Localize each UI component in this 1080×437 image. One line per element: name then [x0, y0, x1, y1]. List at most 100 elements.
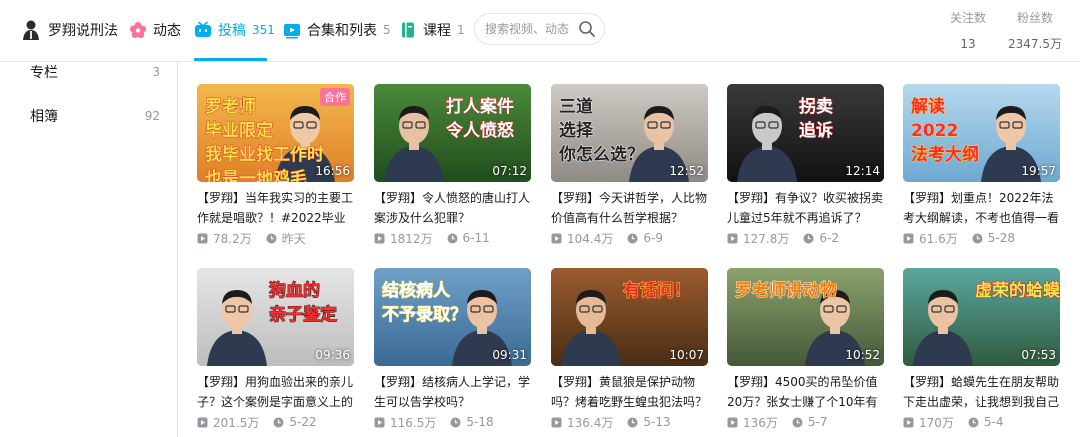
following-stat[interactable]: 关注数 13	[950, 10, 986, 52]
video-title[interactable]: 【罗翔】黄鼠狼是保护动物吗？烤着吃野生蝗虫犯法吗？	[551, 372, 708, 412]
video-duration: 07:12	[492, 164, 527, 178]
sidebar-item-label: 相簿	[30, 109, 58, 125]
video-title[interactable]: 【罗翔】划重点！2022年法考大纲解读，不考也值得一看	[903, 188, 1060, 228]
following-count: 13	[960, 37, 976, 51]
tab-uploads[interactable]: 投稿 351	[194, 0, 275, 60]
video-title[interactable]: 【罗翔】有争议？收买被拐卖儿童过5年就不再追诉了？	[727, 188, 884, 228]
video-card[interactable]: 有话问！ 10:07 【罗翔】黄鼠狼是保护动物吗？烤着吃野生蝗虫犯法吗？ 136.4万…	[551, 268, 708, 430]
video-thumbnail[interactable]: 解读 2022 法考大纲 19:57	[903, 84, 1060, 182]
followers-stat[interactable]: 粉丝数 2347.5万	[1008, 10, 1062, 52]
play-count-icon	[197, 233, 208, 244]
video-duration: 16:56	[315, 164, 350, 178]
clock-icon	[266, 233, 277, 244]
video-card[interactable]: 拐卖 追诉 12:14 【罗翔】有争议？收买被拐卖儿童过5年就不再追诉了？ 127.8万…	[727, 84, 884, 246]
video-card[interactable]: 结核病人 不予录取？ 09:31 【罗翔】结核病人上学记，学生可以告学校吗？ 116.5…	[374, 268, 531, 430]
video-thumbnail[interactable]: 三道 选择 你怎么选？ 12:52	[551, 84, 708, 182]
video-card[interactable]: 罗老师讲动物 10:52 【罗翔】4500买的吊坠价值20万？张女士赚了个10年有 1…	[727, 268, 884, 430]
tv-icon	[194, 21, 212, 39]
thumbnail-caption: 解读	[911, 96, 945, 117]
video-thumbnail[interactable]: 打人案件令人愤怒 07:12	[374, 84, 531, 182]
search-icon[interactable]	[578, 20, 596, 38]
video-card[interactable]: 打人案件 令人愤怒 07:12 【罗翔】令人愤怒的唐山打人案涉及什么犯罪？ 1812万 6…	[374, 84, 531, 246]
video-title[interactable]: 【罗翔】蛤蟆先生在朋友帮助下走出虚荣，让我想到我自己	[903, 372, 1060, 412]
clock-icon	[627, 417, 638, 428]
flower-icon	[129, 21, 147, 39]
thumbnail-caption: 亲子鉴定	[269, 304, 337, 325]
thumbnail-caption: 法考大纲	[911, 144, 979, 165]
video-duration: 09:36	[315, 348, 350, 362]
play-count: 127.8万	[743, 231, 790, 246]
play-count: 136.4万	[567, 415, 614, 430]
video-meta: 127.8万 6-2	[727, 230, 884, 246]
upload-date: 6-11	[462, 231, 490, 245]
sidebar-item-label: 专栏	[30, 65, 58, 81]
clock-icon	[273, 417, 284, 428]
video-card[interactable]: 虚荣的蛤蟆先生 07:53 【罗翔】蛤蟆先生在朋友帮助下走出虚荣，让我想到我自己 17…	[903, 268, 1060, 430]
followers-label: 粉丝数	[1016, 11, 1053, 25]
thumbnail-caption: 打人案件	[446, 96, 514, 117]
video-card[interactable]: 三道 选择 你怎么选？ 12:52 【罗翔】今天讲哲学，人比物价值高有什么哲学根据？ 10…	[551, 84, 708, 246]
video-title[interactable]: 【罗翔】令人愤怒的唐山打人案涉及什么犯罪？	[374, 188, 531, 228]
tab-courses[interactable]: 课程 1	[399, 0, 465, 60]
video-thumbnail[interactable]: 拐卖 追诉 12:14	[727, 84, 884, 182]
video-meta: 170万 5-4	[903, 414, 1060, 430]
sidebar-item-columns[interactable]: 专栏 3	[30, 60, 160, 84]
play-count-icon	[374, 417, 385, 428]
collab-badge: 合作	[320, 88, 350, 106]
video-title[interactable]: 【罗翔】结核病人上学记，学生可以告学校吗？	[374, 372, 531, 412]
thumbnail-caption: 三道	[559, 96, 593, 117]
video-thumbnail[interactable]: 罗老师 毕业限定 我毕业找工作时 也是一地鸡毛 合作 16:56	[197, 84, 354, 182]
clock-icon	[627, 233, 638, 244]
play-count-icon	[727, 233, 738, 244]
search-input[interactable]	[485, 20, 577, 38]
video-title[interactable]: 【罗翔】4500买的吊坠价值20万？张女士赚了个10年有	[727, 372, 884, 412]
video-meta: 136.4万 5-13	[551, 414, 708, 430]
user-name-link[interactable]: 罗翔说刑法	[22, 0, 118, 60]
play-count-icon	[727, 417, 738, 428]
video-title[interactable]: 【罗翔】当年我实习的主要工作就是唱歌？！#2022毕业坦	[197, 188, 354, 228]
play-count-icon	[197, 417, 208, 428]
sidebar: 专栏 3 相簿 92	[0, 62, 178, 437]
play-count-icon	[903, 233, 914, 244]
book-icon	[399, 21, 417, 39]
thumbnail-caption: 有话问！	[623, 280, 691, 301]
video-thumbnail[interactable]: 狗血的 亲子鉴定 09:36	[197, 268, 354, 366]
sidebar-item-albums[interactable]: 相簿 92	[30, 104, 160, 128]
play-count: 61.6万	[919, 231, 958, 246]
play-count: 170万	[919, 415, 954, 430]
play-count: 104.4万	[567, 231, 614, 246]
tab-collections[interactable]: 合集和列表 5	[283, 0, 391, 60]
play-count: 136万	[743, 415, 778, 430]
video-thumbnail[interactable]: 结核病人 不予录取？ 09:31	[374, 268, 531, 366]
search-box	[474, 13, 605, 45]
thumbnail-caption: 令人愤怒	[446, 120, 514, 141]
video-card[interactable]: 狗血的 亲子鉴定 09:36 【罗翔】用狗血验出来的亲儿子？这个案例是字面意义上的 20…	[197, 268, 354, 430]
upload-date: 5-28	[987, 231, 1015, 245]
thumbnail-caption: 拐卖	[799, 96, 833, 117]
tab-label: 投稿	[218, 23, 246, 39]
clock-icon	[447, 233, 458, 244]
thumbnail-caption: 罗老师讲动物	[735, 280, 837, 301]
video-title[interactable]: 【罗翔】用狗血验出来的亲儿子？这个案例是字面意义上的	[197, 372, 354, 412]
video-duration: 10:52	[845, 348, 880, 362]
upload-date: 昨天	[281, 231, 306, 246]
thumbnail-caption: 也是一地鸡毛	[205, 168, 307, 182]
video-duration: 09:31	[492, 348, 527, 362]
thumbnail-caption: 追诉	[799, 120, 833, 141]
video-title[interactable]: 【罗翔】今天讲哲学，人比物价值高有什么哲学根据？	[551, 188, 708, 228]
video-thumbnail[interactable]: 罗老师讲动物 10:52	[727, 268, 884, 366]
clock-icon	[450, 417, 461, 428]
thumbnail-caption: 选择	[559, 120, 594, 141]
followers-count: 2347.5万	[1008, 37, 1062, 51]
play-count-icon	[551, 233, 562, 244]
upload-date: 5-7	[807, 415, 828, 429]
tab-dynamics[interactable]: 动态	[129, 0, 181, 60]
tab-label: 合集和列表	[307, 23, 377, 39]
video-thumbnail[interactable]: 有话问！ 10:07	[551, 268, 708, 366]
video-thumbnail[interactable]: 虚荣的蛤蟆先生 07:53	[903, 268, 1060, 366]
video-duration: 10:07	[669, 348, 704, 362]
video-card[interactable]: 解读 2022 法考大纲 19:57 【罗翔】划重点！2022年法考大纲解读，不考也值得…	[903, 84, 1060, 246]
playlist-icon	[283, 21, 301, 39]
video-card[interactable]: 罗老师 毕业限定 我毕业找工作时 也是一地鸡毛 合作 16:56 【罗翔】当年我实习的主要工…	[197, 84, 354, 246]
video-meta: 78.2万 昨天	[197, 230, 354, 246]
